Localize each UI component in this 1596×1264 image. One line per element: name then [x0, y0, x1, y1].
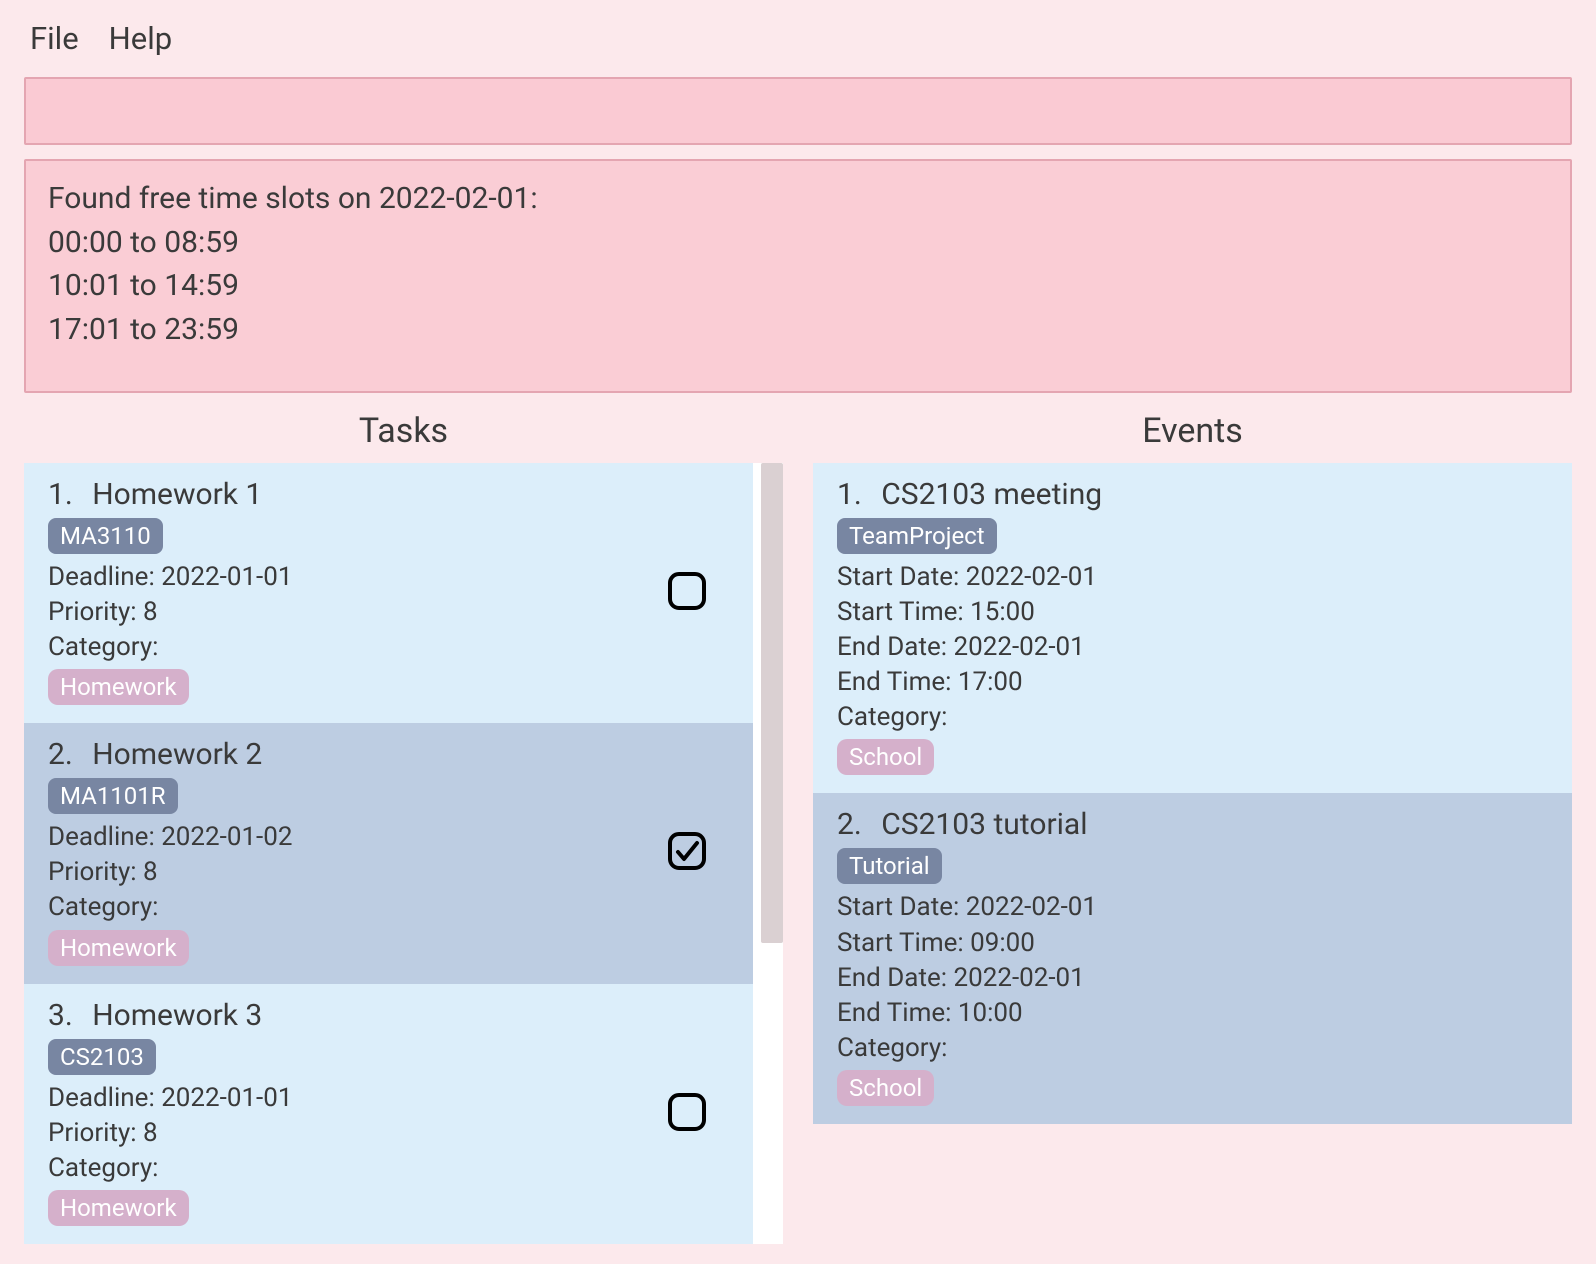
event-number: 2.	[837, 807, 862, 842]
tasks-list: 1. Homework 1MA3110Deadline: 2022-01-01P…	[24, 463, 783, 1244]
task-category-pill: Homework	[48, 930, 189, 966]
task-priority: Priority: 8	[48, 595, 643, 630]
event-card[interactable]: 1. CS2103 meeting TeamProject Start Date: …	[813, 463, 1572, 793]
event-end-time: End Time: 17:00	[837, 665, 1548, 700]
event-end-date: End Date: 2022-02-01	[837, 630, 1548, 665]
event-category-label: Category:	[837, 700, 1548, 735]
task-checkbox[interactable]	[667, 1092, 707, 1136]
menu-file[interactable]: File	[30, 20, 79, 57]
event-tag: TeamProject	[837, 518, 997, 554]
task-card[interactable]: 1. Homework 1 MA3110 Deadline: 2022-01-01P…	[24, 463, 753, 723]
event-end-time: End Time: 10:00	[837, 996, 1548, 1031]
event-title: 1. CS2103 meeting	[837, 477, 1548, 512]
task-category-pill: Homework	[48, 1190, 189, 1226]
task-title: 3. Homework 3	[48, 998, 643, 1033]
task-name: Homework 1	[92, 477, 262, 512]
events-column: Events 1. CS2103 meeting TeamProject Start…	[813, 403, 1572, 1244]
result-panel: Found free time slots on 2022-02-01: 00:…	[24, 159, 1572, 393]
task-number: 2.	[48, 737, 73, 772]
task-tag: MA3110	[48, 518, 163, 554]
task-card[interactable]: 3. Homework 3 CS2103 Deadline: 2022-01-01P…	[24, 984, 753, 1244]
task-priority: Priority: 8	[48, 1116, 643, 1151]
event-start-date: Start Date: 2022-02-01	[837, 890, 1548, 925]
task-category-pill: Homework	[48, 669, 189, 705]
event-number: 1.	[837, 477, 862, 512]
event-category-label: Category:	[837, 1031, 1548, 1066]
event-card[interactable]: 2. CS2103 tutorial Tutorial Start Date: 20…	[813, 793, 1572, 1123]
task-title: 2. Homework 2	[48, 737, 643, 772]
event-tag: Tutorial	[837, 848, 942, 884]
events-header: Events	[813, 403, 1572, 463]
event-start-time: Start Time: 09:00	[837, 926, 1548, 961]
menubar: File Help	[0, 0, 1596, 67]
event-start-time: Start Time: 15:00	[837, 595, 1548, 630]
task-card[interactable]: 2. Homework 2 MA1101R Deadline: 2022-01-02…	[24, 723, 753, 983]
events-list-wrap: 1. CS2103 meeting TeamProject Start Date: …	[813, 463, 1572, 1124]
task-title: 1. Homework 1	[48, 477, 643, 512]
tasks-column: Tasks 1. Homework 1 MA3110 Deadline: 2022-…	[24, 403, 783, 1244]
menu-help[interactable]: Help	[109, 20, 173, 57]
tasks-header: Tasks	[24, 403, 783, 463]
event-end-date: End Date: 2022-02-01	[837, 961, 1548, 996]
task-tag: MA1101R	[48, 778, 178, 814]
task-name: Homework 2	[92, 737, 262, 772]
task-tag: CS2103	[48, 1039, 156, 1075]
tasks-list-wrap: 1. Homework 1MA3110Deadline: 2022-01-01P…	[24, 463, 783, 1244]
task-checkbox[interactable]	[667, 571, 707, 615]
task-category-label: Category:	[48, 890, 643, 925]
task-number: 3.	[48, 998, 73, 1033]
command-input[interactable]	[24, 77, 1572, 145]
task-category-label: Category:	[48, 630, 643, 665]
task-deadline: Deadline: 2022-01-01	[48, 560, 643, 595]
event-category-pill: School	[837, 739, 934, 775]
event-name: CS2103 tutorial	[881, 807, 1087, 842]
task-checkbox[interactable]	[667, 831, 707, 875]
event-category-pill: School	[837, 1070, 934, 1106]
event-start-date: Start Date: 2022-02-01	[837, 560, 1548, 595]
task-number: 1.	[48, 477, 73, 512]
task-priority: Priority: 8	[48, 855, 643, 890]
main-columns: Tasks 1. Homework 1 MA3110 Deadline: 2022-…	[0, 403, 1596, 1244]
task-category-label: Category:	[48, 1151, 643, 1186]
event-title: 2. CS2103 tutorial	[837, 807, 1548, 842]
task-name: Homework 3	[92, 998, 262, 1033]
tasks-scrollbar[interactable]	[761, 463, 783, 943]
events-list: 1. CS2103 meeting TeamProject Start Date: …	[813, 463, 1572, 1124]
task-deadline: Deadline: 2022-01-01	[48, 1081, 643, 1116]
event-name: CS2103 meeting	[881, 477, 1102, 512]
task-deadline: Deadline: 2022-01-02	[48, 820, 643, 855]
